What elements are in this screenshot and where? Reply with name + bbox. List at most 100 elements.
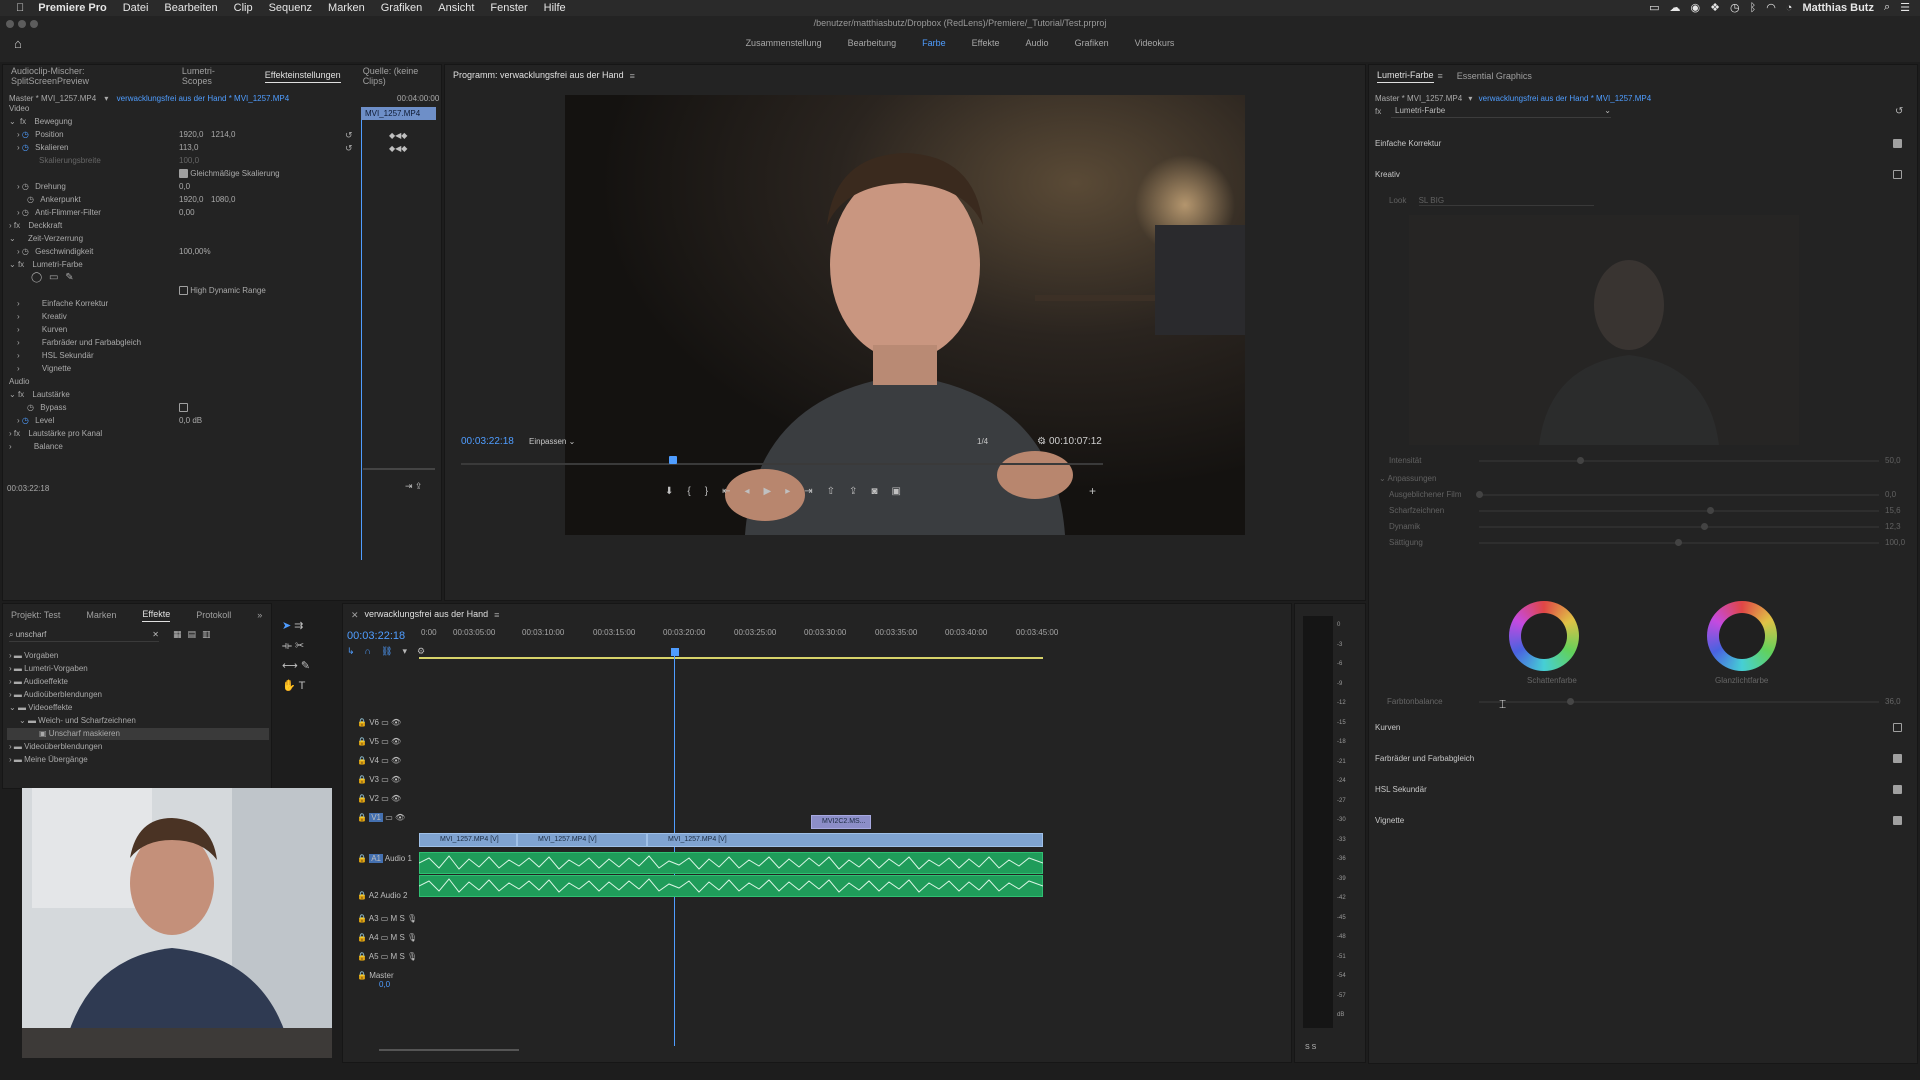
lumetri-item-hsl[interactable]: HSL Sekundär	[42, 351, 94, 360]
program-timecode[interactable]: 00:03:22:18	[461, 436, 514, 447]
video-clip[interactable]: MVI_1257.MP4 [V]	[647, 833, 1043, 847]
user-name[interactable]: Matthias Butz	[1802, 2, 1874, 14]
time-ruler[interactable]: 0:00 00:03:05:00 00:03:10:00 00:03:15:00…	[421, 626, 1061, 648]
tree-unscharf-maskieren[interactable]: Unscharf maskieren	[49, 729, 120, 738]
section-farbraeder[interactable]: Farbräder und Farbabgleich	[1375, 753, 1474, 765]
compare-view-icon[interactable]: ▣	[891, 486, 900, 497]
tab-protokoll[interactable]: Protokoll	[196, 610, 231, 620]
farbtonbalance-slider[interactable]	[1479, 698, 1879, 705]
snap-icon[interactable]: ∩	[365, 646, 371, 657]
tab-marken[interactable]: Marken	[86, 610, 116, 620]
ec-zoom-scrollbar[interactable]	[363, 468, 435, 470]
tab-projekt[interactable]: Projekt: Test	[11, 610, 60, 620]
timemachine-icon[interactable]: ◷	[1730, 1, 1740, 14]
tab-lumetri-scopes[interactable]: Lumetri-Scopes	[182, 66, 243, 86]
kurven-checkbox[interactable]	[1893, 723, 1902, 733]
sequence-clip-link[interactable]: verwacklungsfrei aus der Hand * MVI_1257…	[117, 94, 290, 103]
lumetri-item-farbraeder[interactable]: Farbräder und Farbabgleich	[42, 338, 141, 347]
play-icon[interactable]: ▶	[764, 486, 772, 497]
camera-icon[interactable]: ◙	[871, 486, 877, 497]
lumetri-master-clip[interactable]: Master * MVI_1257.MP4	[1375, 94, 1462, 103]
effect-zeitverzerrung[interactable]: Zeit-Verzerrung	[28, 234, 83, 243]
tab-effekte[interactable]: Effekte	[142, 609, 171, 622]
effect-bewegung[interactable]: Bewegung	[34, 117, 72, 126]
intensitaet-slider[interactable]	[1479, 457, 1879, 464]
track-select-icon[interactable]: ⇉	[294, 620, 303, 632]
step-back-icon[interactable]: ◂	[744, 486, 749, 497]
ausgeblichener-film-slider[interactable]	[1476, 491, 1879, 498]
tab-essential-graphics[interactable]: Essential Graphics	[1457, 71, 1532, 81]
menu-fenster[interactable]: Fenster	[490, 2, 527, 14]
effect-lautstaerke-kanal[interactable]: Lautstärke pro Kanal	[28, 429, 102, 438]
panel-menu-icon[interactable]: ≡	[1438, 71, 1443, 81]
workspace-grafiken[interactable]: Grafiken	[1075, 38, 1109, 48]
keyframe-icon[interactable]: ◆◀◆	[389, 144, 407, 153]
saettigung-value[interactable]: 100,0	[1885, 537, 1905, 549]
close-tab-icon[interactable]: ✕	[351, 610, 359, 621]
menu-hilfe[interactable]: Hilfe	[544, 2, 566, 14]
stopwatch-icon[interactable]: ◷	[22, 130, 29, 139]
program-video-frame[interactable]	[565, 95, 1245, 535]
mark-out-icon[interactable]: }	[705, 486, 708, 497]
menu-app[interactable]: Premiere Pro	[38, 2, 106, 14]
fx-icon[interactable]: fx	[18, 260, 24, 269]
vignette-checkbox[interactable]	[1893, 816, 1902, 826]
clock-icon[interactable]: ◔	[1786, 2, 1793, 14]
program-playhead[interactable]	[669, 456, 677, 464]
tab-effekteinstellungen[interactable]: Effekteinstellungen	[264, 70, 341, 83]
tree-audioeffekte[interactable]: Audioeffekte	[24, 677, 68, 686]
timeline-zoom-scrollbar[interactable]	[379, 1049, 519, 1051]
track-v2[interactable]: V2	[369, 794, 379, 803]
effect-balance[interactable]: Balance	[34, 442, 63, 451]
effect-deckkraft[interactable]: Deckkraft	[28, 221, 62, 230]
reset-icon[interactable]: ↺	[345, 129, 353, 142]
stopwatch-icon[interactable]: ◷	[22, 247, 29, 256]
lumetri-item-kurven[interactable]: Kurven	[42, 325, 67, 334]
lumetri-item-kreativ[interactable]: Kreativ	[42, 312, 67, 321]
master-track[interactable]: Master	[369, 971, 393, 980]
effect-lumetri[interactable]: Lumetri-Farbe	[32, 260, 82, 269]
scharfzeichnen-value[interactable]: 15,6	[1885, 505, 1901, 517]
track-a3[interactable]: A3	[369, 914, 379, 923]
stopwatch-icon[interactable]: ◷	[27, 403, 34, 412]
bluetooth-icon[interactable]: ᛒ	[1750, 2, 1757, 14]
more-panels-icon[interactable]: »	[257, 610, 262, 620]
panel-menu-icon[interactable]: ≡	[494, 610, 499, 620]
stopwatch-icon[interactable]: ◷	[22, 416, 29, 425]
work-area-bar[interactable]	[419, 657, 1043, 659]
section-kreativ[interactable]: Kreativ	[1375, 169, 1400, 181]
track-a1[interactable]: A1	[369, 854, 383, 863]
param-level-value[interactable]: 0,0 dB	[179, 415, 202, 427]
selection-tool-icon[interactable]: ➤	[282, 620, 291, 632]
section-vignette[interactable]: Vignette	[1375, 815, 1404, 827]
timeline-vertical-scrollbar[interactable]	[1043, 656, 1047, 1036]
panel-menu-icon[interactable]: ≡	[630, 71, 635, 81]
menu-bearbeiten[interactable]: Bearbeiten	[164, 2, 217, 14]
stopwatch-icon[interactable]: ◷	[22, 182, 29, 191]
video-clip[interactable]: MVI_1257.MP4 [V]	[517, 833, 647, 847]
creative-cloud-icon[interactable]: ◉	[1690, 1, 1700, 14]
tree-videoueberblendungen[interactable]: Videoüberblendungen	[24, 742, 102, 751]
effect-lautstaerke[interactable]: Lautstärke	[32, 390, 69, 399]
slip-tool-icon[interactable]: ⟷	[282, 660, 298, 672]
dropbox-icon[interactable]: ❖	[1710, 1, 1720, 14]
linked-selection-icon[interactable]: ⛓	[381, 646, 392, 657]
clear-search-icon[interactable]: ✕	[152, 630, 159, 639]
go-to-out-icon[interactable]: ⇥	[804, 486, 812, 497]
param-position-x[interactable]: 1920,0	[179, 129, 203, 141]
tab-audioclip-mischer[interactable]: Audioclip-Mischer: SplitScreenPreview	[11, 66, 160, 86]
workspace-bearbeitung[interactable]: Bearbeitung	[848, 38, 897, 48]
track-a5[interactable]: A5	[369, 952, 379, 961]
look-preview[interactable]	[1409, 215, 1799, 445]
timeline-timecode[interactable]: 00:03:22:18	[347, 630, 405, 642]
timeline-title[interactable]: verwacklungsfrei aus der Hand	[365, 609, 489, 621]
add-marker-icon[interactable]: ⬇	[665, 486, 673, 497]
pen-mask-icon[interactable]: ✎	[65, 272, 73, 283]
add-button-icon[interactable]: +	[1089, 484, 1096, 498]
master-clip-label[interactable]: Master * MVI_1257.MP4	[9, 94, 96, 103]
track-v3[interactable]: V3	[369, 775, 379, 784]
menu-grafiken[interactable]: Grafiken	[381, 2, 423, 14]
solo-buttons[interactable]: S S	[1305, 1044, 1316, 1051]
lumetri-item-vignette[interactable]: Vignette	[42, 364, 71, 373]
ec-playhead[interactable]	[361, 120, 362, 560]
